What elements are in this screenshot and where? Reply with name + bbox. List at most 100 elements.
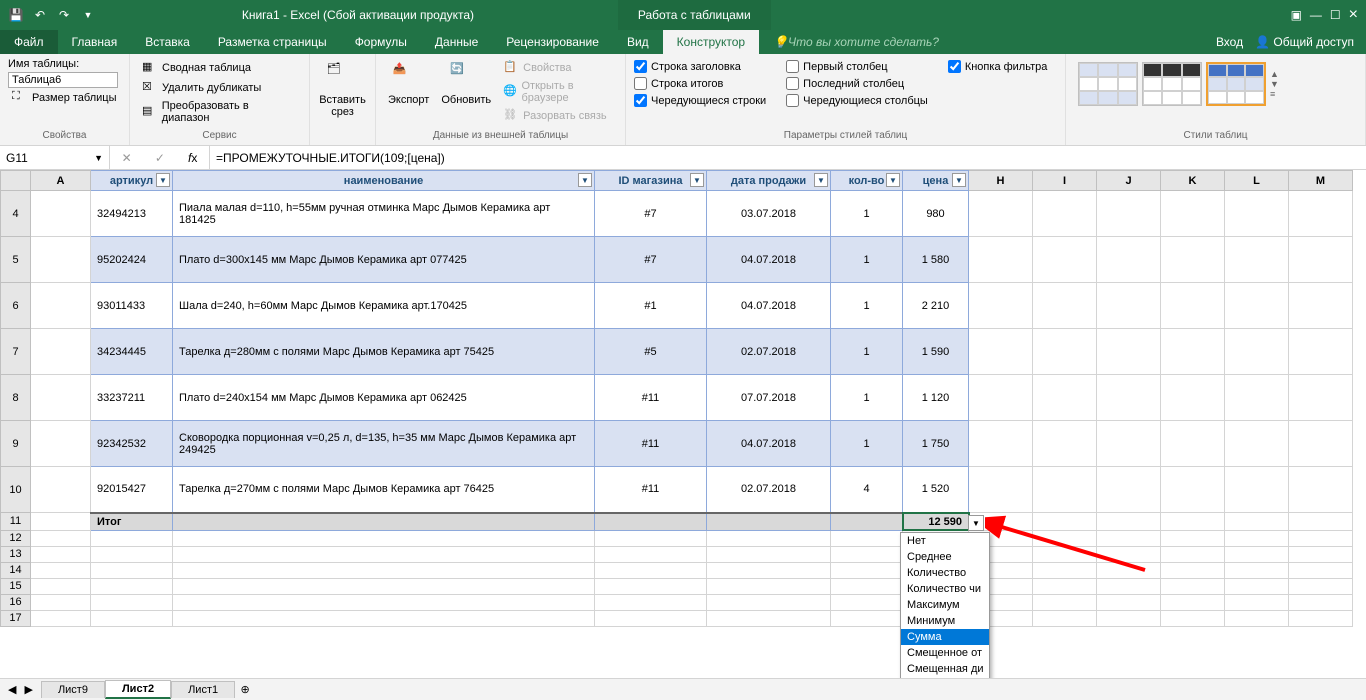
row-header[interactable]: 4 [1, 191, 31, 237]
sheet-tab[interactable]: Лист1 [171, 681, 235, 698]
total-label[interactable]: Итог [91, 513, 173, 531]
save-icon[interactable]: 💾 [6, 5, 26, 25]
table-header-qty[interactable]: кол-во▼ [831, 171, 903, 191]
cell-date[interactable]: 04.07.2018 [707, 283, 831, 329]
tab-design[interactable]: Конструктор [663, 30, 759, 54]
cell-name[interactable]: Шала d=240, h=60мм Марс Дымов Керамика а… [173, 283, 595, 329]
gallery-more-icon[interactable]: ≡ [1270, 89, 1279, 99]
filter-icon[interactable]: ▼ [886, 173, 900, 187]
tab-view[interactable]: Вид [613, 30, 663, 54]
filter-icon[interactable]: ▼ [578, 173, 592, 187]
add-sheet-button[interactable]: ⊕ [235, 683, 255, 696]
last-col-checkbox[interactable]: Последний столбец [786, 75, 928, 92]
formula-input[interactable]: =ПРОМЕЖУТОЧНЫЕ.ИТОГИ(109;[цена]) [210, 146, 1366, 169]
cell-qty[interactable]: 1 [831, 421, 903, 467]
cell-qty[interactable]: 1 [831, 191, 903, 237]
cell-name[interactable]: Тарелка д=270мм с полями Марс Дымов Кера… [173, 467, 595, 513]
cell[interactable] [31, 421, 91, 467]
remove-duplicates-button[interactable]: ☒Удалить дубликаты [138, 78, 301, 98]
tab-data[interactable]: Данные [421, 30, 492, 54]
tab-file[interactable]: Файл [0, 30, 58, 54]
dropdown-item[interactable]: Другие функц [901, 677, 989, 678]
row-header[interactable]: 16 [1, 594, 31, 610]
cell-name[interactable]: Плато d=240х154 мм Марс Дымов Керамика а… [173, 375, 595, 421]
name-box[interactable]: G11▼ [0, 146, 110, 169]
cell-date[interactable]: 02.07.2018 [707, 329, 831, 375]
row-header[interactable]: 17 [1, 610, 31, 626]
redo-icon[interactable]: ↷ [54, 5, 74, 25]
cell-price[interactable]: 1 120 [903, 375, 969, 421]
dropdown-item[interactable]: Количество [901, 565, 989, 581]
cell-date[interactable]: 04.07.2018 [707, 237, 831, 283]
filter-icon[interactable]: ▼ [690, 173, 704, 187]
cell-price[interactable]: 980 [903, 191, 969, 237]
cell-article[interactable]: 95202424 [91, 237, 173, 283]
filter-icon[interactable]: ▼ [814, 173, 828, 187]
dropdown-item[interactable]: Минимум [901, 613, 989, 629]
col-header[interactable]: L [1225, 171, 1289, 191]
col-header[interactable]: I [1033, 171, 1097, 191]
cell-article[interactable]: 93011433 [91, 283, 173, 329]
tab-review[interactable]: Рецензирование [492, 30, 613, 54]
minimize-icon[interactable]: — [1310, 8, 1322, 22]
dropdown-item[interactable]: Максимум [901, 597, 989, 613]
filter-icon[interactable]: ▼ [952, 173, 966, 187]
row-header[interactable]: 5 [1, 237, 31, 283]
dropdown-item[interactable]: Количество чи [901, 581, 989, 597]
table-header-price[interactable]: цена▼ [903, 171, 969, 191]
row-header[interactable]: 14 [1, 562, 31, 578]
cell-shop[interactable]: #11 [595, 421, 707, 467]
filter-button-checkbox[interactable]: Кнопка фильтра [948, 58, 1048, 75]
col-header[interactable]: H [969, 171, 1033, 191]
sheet-nav-prev-icon[interactable]: ◀ [8, 683, 16, 696]
insert-slicer-button[interactable]: 🗂 Вставить срез [318, 58, 367, 122]
row-header[interactable]: 7 [1, 329, 31, 375]
summarize-pivot-button[interactable]: ▦Сводная таблица [138, 58, 301, 78]
sheet-tab[interactable]: Лист9 [41, 681, 105, 698]
cell-article[interactable]: 32494213 [91, 191, 173, 237]
total-price-cell[interactable]: 12 590 [903, 513, 969, 531]
table-header-shop[interactable]: ID магазина▼ [595, 171, 707, 191]
cell-qty[interactable]: 1 [831, 329, 903, 375]
export-button[interactable]: 📤Экспорт [384, 58, 433, 126]
cell-price[interactable]: 1 750 [903, 421, 969, 467]
row-header[interactable]: 8 [1, 375, 31, 421]
cell-name[interactable]: Плато d=300х145 мм Марс Дымов Керамика а… [173, 237, 595, 283]
cell-price[interactable]: 1 520 [903, 467, 969, 513]
cell-shop[interactable]: #1 [595, 283, 707, 329]
cell[interactable] [31, 191, 91, 237]
table-header-date[interactable]: дата продажи▼ [707, 171, 831, 191]
cell-date[interactable]: 07.07.2018 [707, 375, 831, 421]
cell-qty[interactable]: 1 [831, 237, 903, 283]
cell[interactable] [31, 467, 91, 513]
cell-name[interactable]: Сковородка порционная v=0,25 л, d=135, h… [173, 421, 595, 467]
dropdown-item[interactable]: Среднее [901, 549, 989, 565]
cell-qty[interactable]: 1 [831, 283, 903, 329]
gallery-up-icon[interactable]: ▲ [1270, 69, 1279, 79]
cell-article[interactable]: 33237211 [91, 375, 173, 421]
total-function-dropdown[interactable]: НетСреднееКоличествоКоличество чиМаксиму… [900, 532, 990, 678]
cell-price[interactable]: 2 210 [903, 283, 969, 329]
col-header[interactable]: K [1161, 171, 1225, 191]
table-header-name[interactable]: наименование▼ [173, 171, 595, 191]
dropdown-item[interactable]: Сумма [901, 629, 989, 645]
cell-article[interactable]: 34234445 [91, 329, 173, 375]
row-header[interactable]: 15 [1, 578, 31, 594]
refresh-button[interactable]: 🔄Обновить [437, 58, 495, 126]
col-header[interactable]: J [1097, 171, 1161, 191]
row-header[interactable]: 12 [1, 530, 31, 546]
tell-me-box[interactable]: 💡 Что вы хотите сделать? [759, 30, 953, 54]
chevron-down-icon[interactable]: ▼ [94, 153, 103, 163]
select-all-corner[interactable] [1, 171, 31, 191]
cell-date[interactable]: 04.07.2018 [707, 421, 831, 467]
spreadsheet-grid[interactable]: A артикул▼ наименование▼ ID магазина▼ да… [0, 170, 1366, 678]
banded-rows-checkbox[interactable]: Чередующиеся строки [634, 92, 766, 109]
style-thumb[interactable] [1142, 62, 1202, 106]
cell[interactable] [31, 375, 91, 421]
row-header[interactable]: 11 [1, 513, 31, 531]
cell-price[interactable]: 1 580 [903, 237, 969, 283]
first-col-checkbox[interactable]: Первый столбец [786, 58, 928, 75]
sheet-tab-active[interactable]: Лист2 [105, 680, 171, 699]
dropdown-item[interactable]: Смещенное от [901, 645, 989, 661]
ribbon-display-icon[interactable]: ▣ [1291, 8, 1302, 22]
